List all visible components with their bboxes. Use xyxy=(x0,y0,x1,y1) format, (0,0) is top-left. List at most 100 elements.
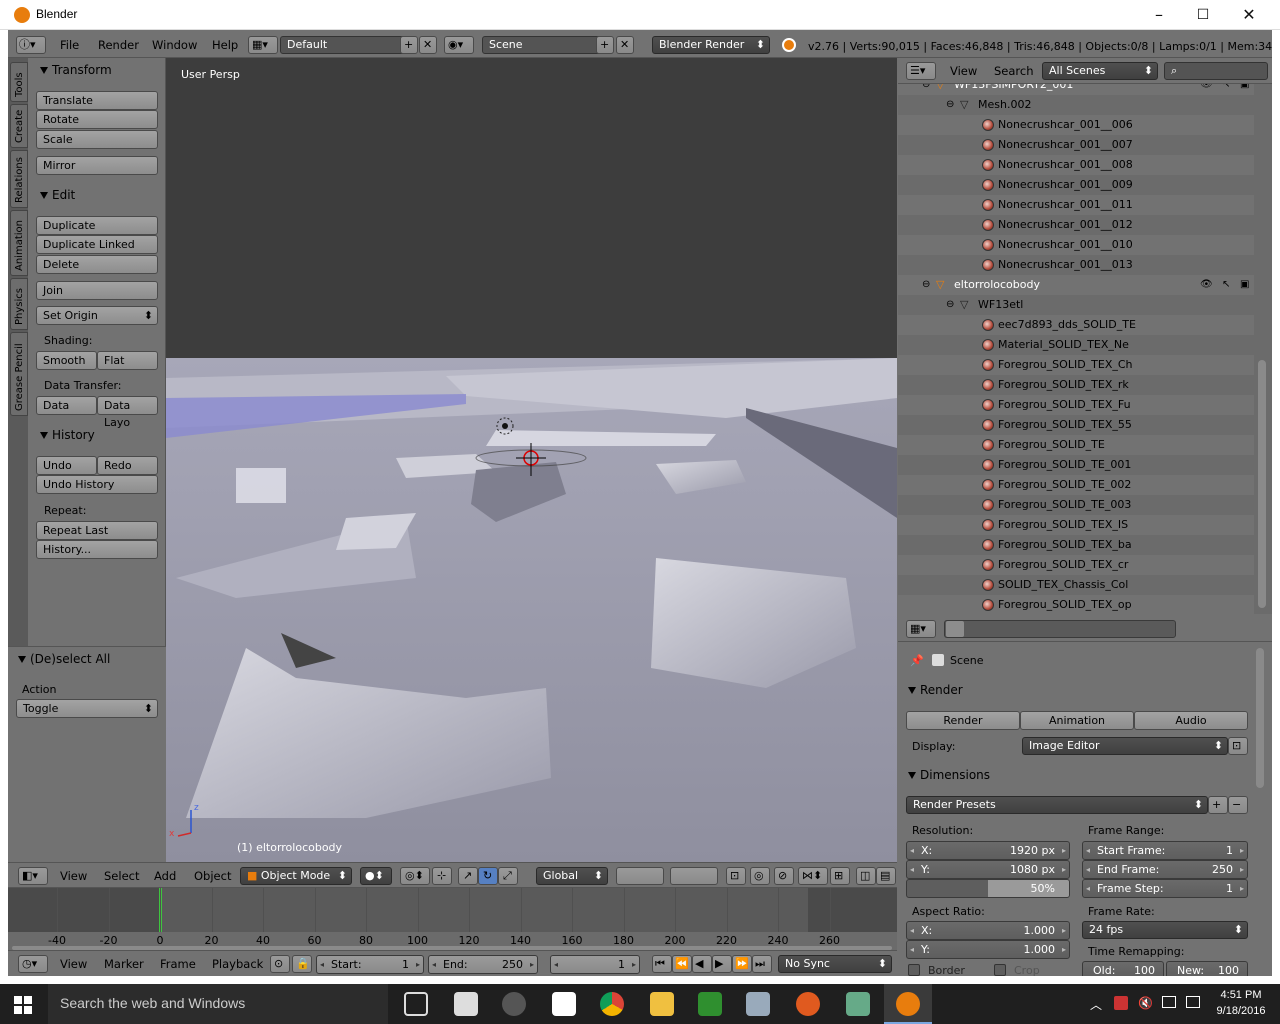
start-frame-field[interactable]: ◂ Start Frame: 1 ▸ xyxy=(1082,841,1248,860)
menu-object[interactable]: Object xyxy=(192,867,233,885)
menu-help[interactable]: Help xyxy=(210,36,240,54)
3d-view-editor-icon[interactable]: ◧▾ xyxy=(18,867,48,885)
amazon-icon[interactable] xyxy=(552,992,576,1016)
translate-button[interactable]: Translate xyxy=(36,91,158,110)
set-origin-dropdown[interactable]: Set Origin ⬍ xyxy=(36,306,158,325)
properties-editor-icon[interactable]: ▦▾ xyxy=(906,620,936,638)
3d-viewport[interactable]: User Persp (1) eltorrolocobody z x xyxy=(166,58,897,862)
selectable-cursor-icon[interactable]: ↖ xyxy=(1222,84,1230,95)
tab-grease-pencil[interactable]: Grease Pencil xyxy=(10,332,28,416)
outliner-editor-icon[interactable]: ☰▾ xyxy=(906,62,936,80)
frame-rate-dropdown[interactable]: 24 fps ⬍ xyxy=(1082,921,1248,939)
chrome-icon[interactable] xyxy=(600,992,624,1016)
properties-scroll-thumb[interactable] xyxy=(1256,648,1264,788)
outliner-row-material[interactable]: Material_SOLID_TEX_Ne xyxy=(898,335,1254,355)
playback-end-field[interactable]: ◂ End: 250 ▸ xyxy=(428,955,538,974)
translate-manipulator-icon[interactable]: ↗ xyxy=(458,867,478,885)
layer-buttons-a[interactable] xyxy=(616,867,664,885)
blender-taskbar-button[interactable] xyxy=(884,984,932,1024)
outliner-view-menu[interactable]: View xyxy=(948,62,979,80)
aspect-x-field[interactable]: ◂ X: 1.000 ▸ xyxy=(906,921,1070,940)
animation-button[interactable]: Animation xyxy=(1020,711,1134,730)
pivot-point-icon[interactable]: ◎⬍ xyxy=(400,867,430,885)
render-presets-dropdown[interactable]: Render Presets ⬍ xyxy=(906,796,1208,814)
game-app-icon[interactable] xyxy=(846,992,870,1016)
viewport-shading-icon[interactable]: ●⬍ xyxy=(360,867,392,885)
menu-file[interactable]: File xyxy=(58,36,81,54)
timeline-menu-frame[interactable]: Frame xyxy=(158,955,198,973)
outliner-scroll-thumb[interactable] xyxy=(1258,360,1266,608)
outliner-row-material[interactable]: Foregrou_SOLID_TE_001 xyxy=(898,455,1254,475)
outliner-row-object[interactable]: ⊖ ▽ WF13FSIMPORT2_001 👁 ↖ ▣ xyxy=(898,84,1254,95)
editor-type-info-icon[interactable]: ⓘ▾ xyxy=(16,36,46,54)
render-panel-header[interactable]: Render xyxy=(908,680,1248,700)
outliner-row-material[interactable]: Foregrou_SOLID_TEX_Ch xyxy=(898,355,1254,375)
outliner-row-material[interactable]: Foregrou_SOLID_TEX_IS xyxy=(898,515,1254,535)
lock-interface-icon[interactable]: ⊡ xyxy=(1228,737,1248,755)
add-scene-icon[interactable]: + xyxy=(596,36,614,54)
current-frame-field[interactable]: ◂ 1 ▸ xyxy=(550,955,640,974)
windows-start-icon[interactable] xyxy=(14,996,32,1014)
menu-select[interactable]: Select xyxy=(102,867,141,885)
display-mode-dropdown[interactable]: All Scenes ⬍ xyxy=(1042,62,1158,80)
tab-animation[interactable]: Animation xyxy=(10,210,28,276)
outliner-row-material[interactable]: Foregrou_SOLID_TEX_55 xyxy=(898,415,1254,435)
action-dropdown[interactable]: Toggle ⬍ xyxy=(16,699,158,718)
timeline-editor-icon[interactable]: ◷▾ xyxy=(18,955,48,973)
scene-field[interactable]: Scene xyxy=(482,36,602,54)
add-layout-icon[interactable]: + xyxy=(400,36,418,54)
display-dropdown[interactable]: Image Editor ⬍ xyxy=(1022,737,1228,755)
scene-selector-icon[interactable]: ◉▾ xyxy=(444,36,474,54)
render-camera-icon[interactable]: ▣ xyxy=(1240,275,1249,295)
visibility-eye-icon[interactable]: 👁 xyxy=(1200,84,1213,95)
outliner-row-material[interactable]: Nonecrushcar_001__006 xyxy=(898,115,1254,135)
outliner-row-material[interactable]: Nonecrushcar_001__008 xyxy=(898,155,1254,175)
outliner-row-material[interactable]: Foregrou_SOLID_TEX_Fu xyxy=(898,395,1254,415)
playback-start-field[interactable]: ◂ Start: 1 ▸ xyxy=(316,955,424,974)
mirror-button[interactable]: Mirror xyxy=(36,156,158,175)
outliner-scrollbar[interactable] xyxy=(1254,84,1272,614)
scale-button[interactable]: Scale xyxy=(36,130,158,149)
outliner-row-material[interactable]: Nonecrushcar_001__010 xyxy=(898,235,1254,255)
remap-new-field[interactable]: New: 100 xyxy=(1166,961,1248,976)
tab-physics[interactable]: Physics xyxy=(10,278,28,330)
outliner-row-material[interactable]: Nonecrushcar_001__013 xyxy=(898,255,1254,275)
snap-target-icon[interactable]: ⊞ xyxy=(830,867,850,885)
outliner-row-material[interactable]: Foregrou_SOLID_TEX_cr xyxy=(898,555,1254,575)
jump-keyframe-back-icon[interactable]: ⏪ xyxy=(672,955,692,973)
outliner-row-material[interactable]: Foregrou_SOLID_TEX_rk xyxy=(898,375,1254,395)
outliner-row-material[interactable]: Nonecrushcar_001__007 xyxy=(898,135,1254,155)
expand-toggle-icon[interactable]: ⊖ xyxy=(946,295,954,315)
delete-scene-icon[interactable]: ✕ xyxy=(616,36,634,54)
snap-element-icon[interactable]: ⋈⬍ xyxy=(798,867,828,885)
menu-add[interactable]: Add xyxy=(152,867,178,885)
visibility-eye-icon[interactable]: 👁 xyxy=(1200,275,1213,295)
volume-muted-icon[interactable]: 🔇 xyxy=(1138,996,1153,1010)
history-button[interactable]: History... xyxy=(36,540,158,559)
green-plus-app-icon[interactable] xyxy=(698,992,722,1016)
outliner-row-material[interactable]: Foregrou_SOLID_TE_002 xyxy=(898,475,1254,495)
jump-keyframe-forward-icon[interactable]: ⏩ xyxy=(732,955,752,973)
minimize-button[interactable]: – xyxy=(1136,0,1182,30)
store-icon[interactable] xyxy=(454,992,478,1016)
crop-checkbox[interactable] xyxy=(994,964,1006,976)
outliner-row-material[interactable]: Nonecrushcar_001__009 xyxy=(898,175,1254,195)
media-app-icon[interactable] xyxy=(502,992,526,1016)
aspect-y-field[interactable]: ◂ Y: 1.000 ▸ xyxy=(906,940,1070,959)
timeline-menu-marker[interactable]: Marker xyxy=(102,955,146,973)
outliner-row-material[interactable]: SOLID_TEX_Chassis_Col xyxy=(898,575,1254,595)
remap-old-field[interactable]: Old: 100 xyxy=(1082,961,1164,976)
screen-layout-icon[interactable]: ▦▾ xyxy=(248,36,278,54)
frame-step-field[interactable]: ◂ Frame Step: 1 ▸ xyxy=(1082,879,1248,898)
outliner-search-menu[interactable]: Search xyxy=(992,62,1036,80)
notifications-icon[interactable] xyxy=(1186,996,1200,1008)
end-frame-field[interactable]: ◂ End Frame: 250 ▸ xyxy=(1082,860,1248,879)
data-layout-button[interactable]: Data Layo xyxy=(97,396,158,429)
audio-button[interactable]: Audio xyxy=(1134,711,1248,730)
outliner-row-material[interactable]: eec7d893_dds_SOLID_TE xyxy=(898,315,1254,335)
rotate-button[interactable]: Rotate xyxy=(36,110,158,129)
render-context-icon[interactable] xyxy=(946,621,964,637)
dimensions-panel-header[interactable]: Dimensions xyxy=(908,765,1248,785)
add-preset-icon[interactable]: + xyxy=(1208,796,1228,814)
render-camera-icon[interactable]: ▣ xyxy=(1240,84,1249,95)
